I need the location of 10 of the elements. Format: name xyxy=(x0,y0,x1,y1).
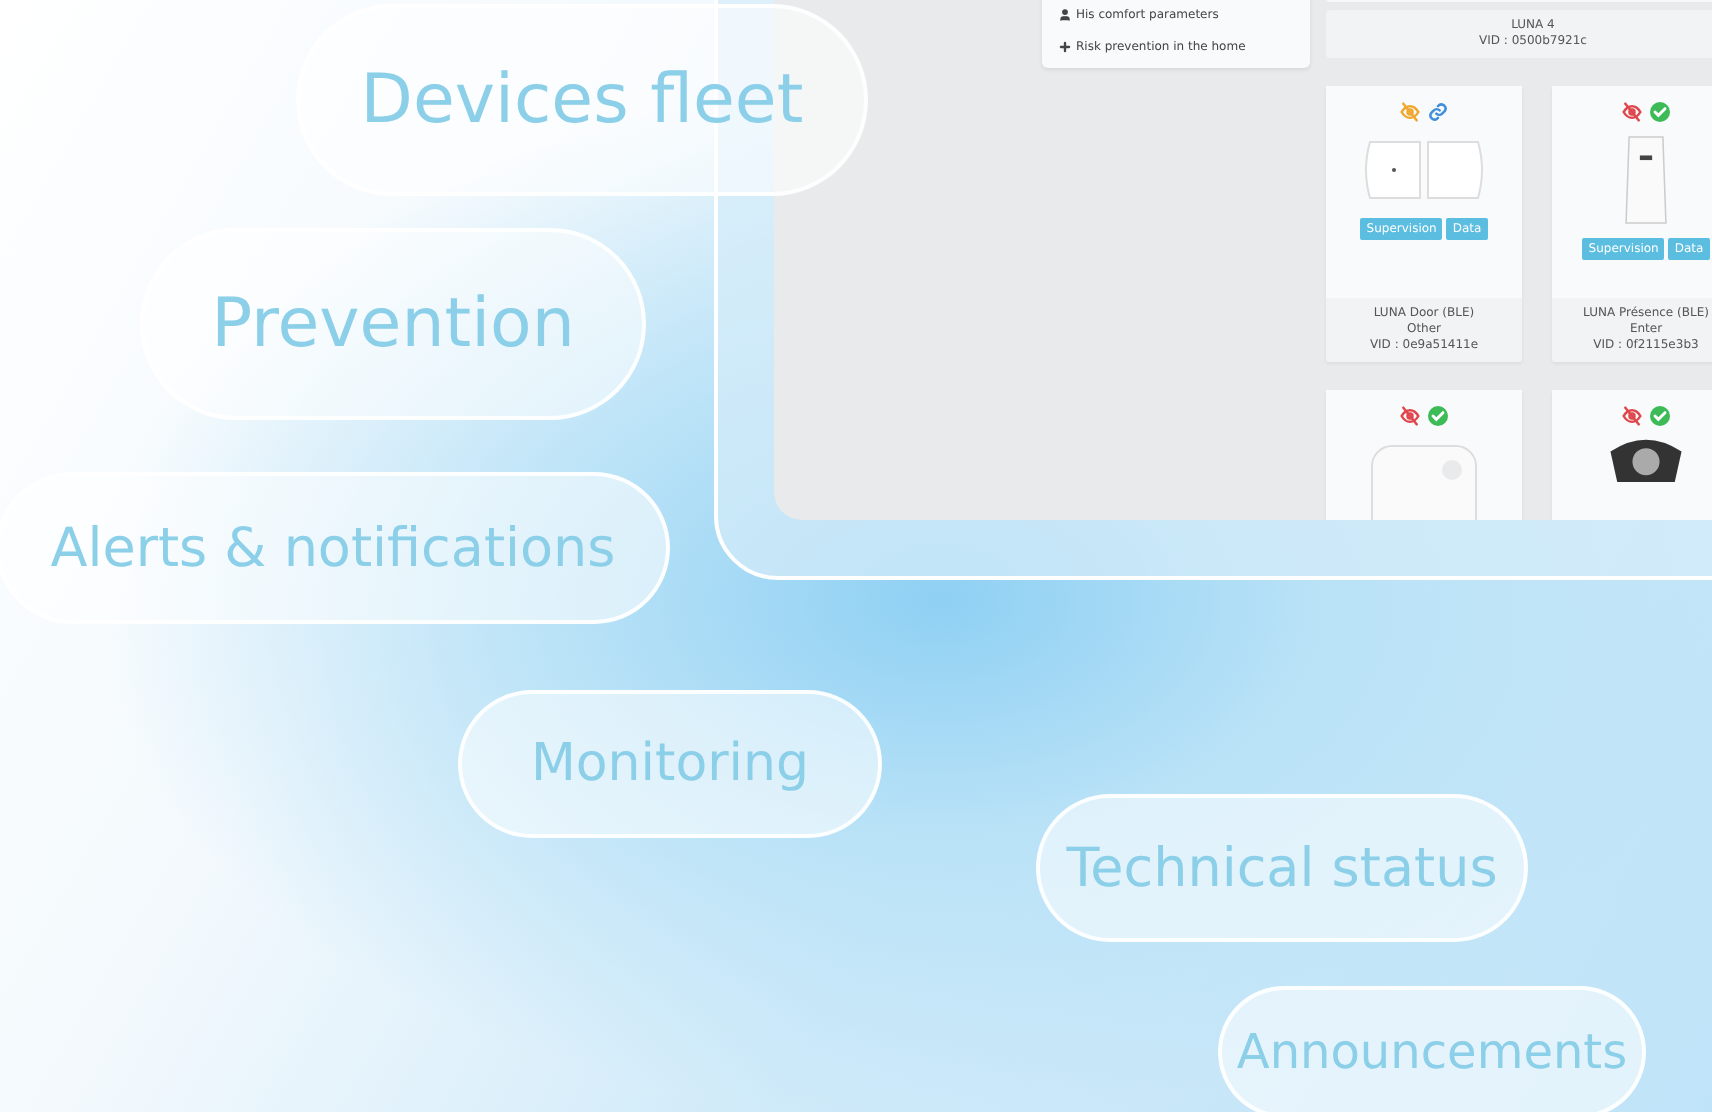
feature-pill: Monitoring xyxy=(458,690,882,838)
feature-pill: Alerts & notifications xyxy=(0,472,670,624)
feature-pill: Prevention xyxy=(140,228,646,420)
feature-pill: Technical status xyxy=(1036,794,1528,942)
plus-icon xyxy=(1058,40,1072,54)
feature-pill: Announcements xyxy=(1218,986,1646,1112)
motion-sensor-image xyxy=(1620,134,1672,226)
user-icon xyxy=(1058,8,1072,22)
wristband-image xyxy=(1610,438,1682,482)
feature-pill: Devices fleet xyxy=(296,4,868,196)
